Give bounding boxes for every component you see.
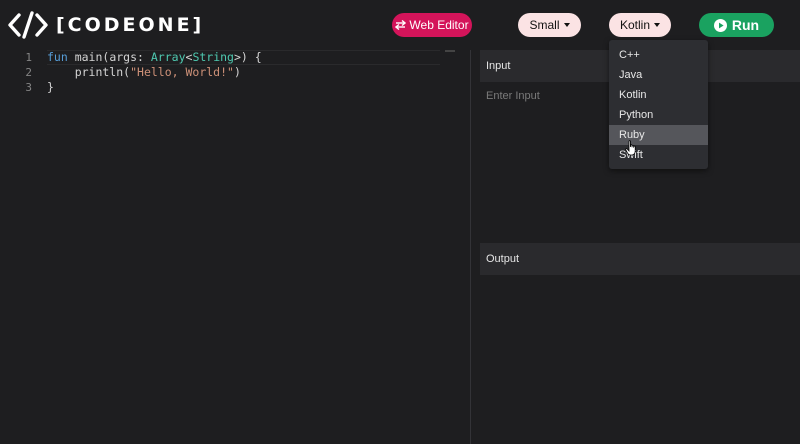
language-option-swift[interactable]: Swift (609, 145, 708, 165)
line-number: 3 (25, 81, 32, 94)
font-size-dropdown[interactable]: Small (518, 13, 581, 37)
language-option-kotlin[interactable]: Kotlin (609, 85, 708, 105)
language-dropdown-menu: C++ Java Kotlin Python Ruby Swift (609, 40, 708, 169)
web-editor-label: Web Editor (409, 18, 469, 32)
language-option-ruby[interactable]: Ruby (609, 125, 708, 145)
web-editor-button[interactable]: Web Editor (392, 13, 472, 37)
line-number: 2 (25, 66, 32, 79)
language-label: Kotlin (619, 18, 651, 32)
code-line[interactable]: fun main(args: Array<String>) { (47, 50, 440, 65)
play-circle-icon (713, 18, 727, 32)
code-content[interactable]: fun main(args: Array<String>) { println(… (47, 50, 440, 95)
font-size-label: Small (529, 18, 560, 32)
code-line[interactable]: } (47, 80, 440, 95)
code-line[interactable]: println("Hello, World!") (47, 65, 440, 80)
code-editor[interactable]: 1 2 3 fun main(args: Array<String>) { pr… (0, 50, 471, 444)
output-panel-header: Output (480, 243, 800, 275)
editor-scroll-indicator (445, 50, 455, 52)
logo[interactable]: [CODEONE] (8, 10, 204, 40)
code-brackets-icon (8, 11, 48, 39)
language-option-cpp[interactable]: C++ (609, 45, 708, 65)
language-option-python[interactable]: Python (609, 105, 708, 125)
line-number: 1 (25, 51, 32, 64)
brand-name: [CODEONE] (56, 14, 205, 36)
run-label: Run (731, 17, 760, 33)
language-dropdown[interactable]: Kotlin (609, 13, 671, 37)
hand-pointer-cursor-icon (625, 140, 636, 156)
line-number-gutter: 1 2 3 (0, 50, 40, 95)
run-button[interactable]: Run (699, 13, 774, 37)
language-option-java[interactable]: Java (609, 65, 708, 85)
output-panel-title: Output (486, 253, 520, 265)
input-panel-title: Input (486, 60, 511, 72)
caret-down-icon (563, 23, 570, 27)
swap-arrows-icon (395, 20, 407, 30)
caret-down-icon (654, 23, 661, 27)
